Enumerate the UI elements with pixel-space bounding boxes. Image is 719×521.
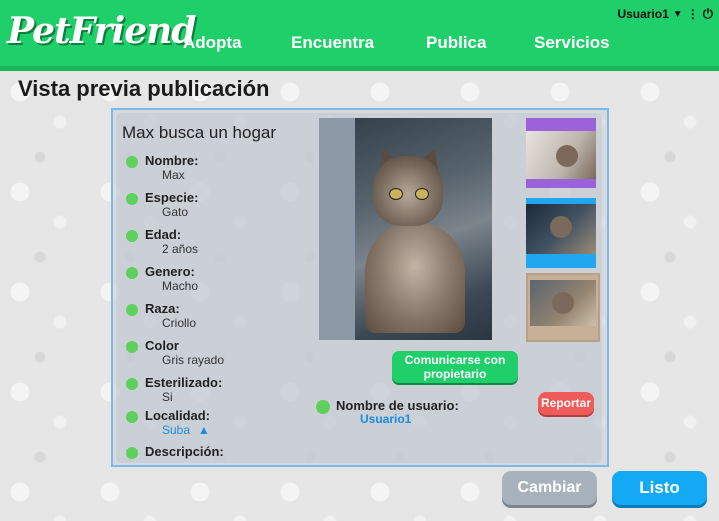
mini-cat: [556, 145, 578, 167]
field-value: Macho: [162, 279, 199, 293]
thumbnail-image: [526, 204, 596, 254]
localidad-link[interactable]: Suba ▲: [162, 423, 210, 437]
bullet-dot: [126, 193, 138, 205]
bullet-dot: [126, 378, 138, 390]
report-button[interactable]: Reportar: [538, 392, 594, 415]
bullet-dot: [126, 267, 138, 279]
card-body: Max busca un hogar Nombre: Max Especie: …: [116, 113, 602, 463]
field-value: Criollo: [162, 316, 197, 330]
card-title: Max busca un hogar: [122, 123, 277, 142]
cat-eye: [415, 188, 429, 200]
page-title: Vista previa publicación: [18, 76, 270, 101]
field-value: Gato: [162, 205, 189, 219]
field-value: Gris rayado: [162, 353, 225, 367]
nav-servicios[interactable]: Servicios: [534, 33, 610, 53]
field-label: Nombre:: [145, 153, 199, 168]
bullet-dot: [316, 400, 330, 414]
field-value: Max: [162, 168, 185, 182]
petfriend-logo[interactable]: PetFriend: [7, 10, 196, 52]
main-pet-photo: [319, 118, 492, 340]
field-value: 2 años: [162, 242, 199, 256]
mini-cat: [550, 216, 572, 238]
bullet-dot: [126, 304, 138, 316]
field-label: Localidad:: [145, 408, 211, 423]
cambiar-button[interactable]: Cambiar: [502, 471, 597, 505]
mini-cat: [552, 292, 574, 314]
field-value[interactable]: Suba: [162, 423, 190, 437]
field-label: Raza:: [145, 301, 180, 316]
bullet-dot: [126, 341, 138, 353]
user-name[interactable]: Usuario1: [617, 7, 668, 21]
caret-down-icon[interactable]: ▼: [673, 9, 683, 20]
field-label: Descripción:: [145, 444, 224, 459]
username-link[interactable]: Usuario1: [360, 412, 411, 426]
listo-button[interactable]: Listo: [612, 471, 707, 505]
field-label: Genero:: [145, 264, 195, 279]
field-label: Especie:: [145, 190, 199, 205]
publication-preview-card: Max busca un hogar Nombre: Max Especie: …: [111, 108, 609, 467]
power-icon[interactable]: ⏻: [703, 6, 713, 22]
nav-publica[interactable]: Publica: [426, 33, 486, 53]
cat-eye: [389, 188, 403, 200]
cat-image: [355, 118, 492, 340]
username-label: Nombre de usuario:: [336, 398, 459, 413]
bullet-dot: [126, 230, 138, 242]
field-label: Color: [145, 338, 179, 353]
thumbnail-image: [530, 280, 596, 326]
field-label: Edad:: [145, 227, 182, 242]
thumbnail-image: [526, 131, 596, 179]
nav-adopta[interactable]: Adopta: [183, 33, 242, 53]
thumbnail-1[interactable]: [526, 118, 596, 188]
field-label: Esterilizado:: [145, 375, 223, 390]
user-menu[interactable]: Usuario1 ▼ ⋮ ⏻: [617, 6, 713, 22]
cat-body: [365, 223, 465, 333]
nav-encuentra[interactable]: Encuentra: [291, 33, 374, 53]
bullet-dot: [126, 156, 138, 168]
bullet-dot: [126, 447, 138, 459]
thumbnail-2[interactable]: [526, 198, 596, 268]
contact-owner-button[interactable]: Comunicarse con propietario: [392, 351, 518, 383]
vertical-dots-icon[interactable]: ⋮: [687, 7, 699, 21]
cat-head: [373, 156, 443, 226]
thumbnail-3[interactable]: [526, 273, 600, 342]
map-icon[interactable]: ▲: [198, 423, 210, 437]
top-navbar: PetFriend Adopta Encuentra Publica Servi…: [0, 0, 719, 71]
field-value: Si: [162, 390, 173, 404]
bullet-dot: [126, 411, 138, 423]
